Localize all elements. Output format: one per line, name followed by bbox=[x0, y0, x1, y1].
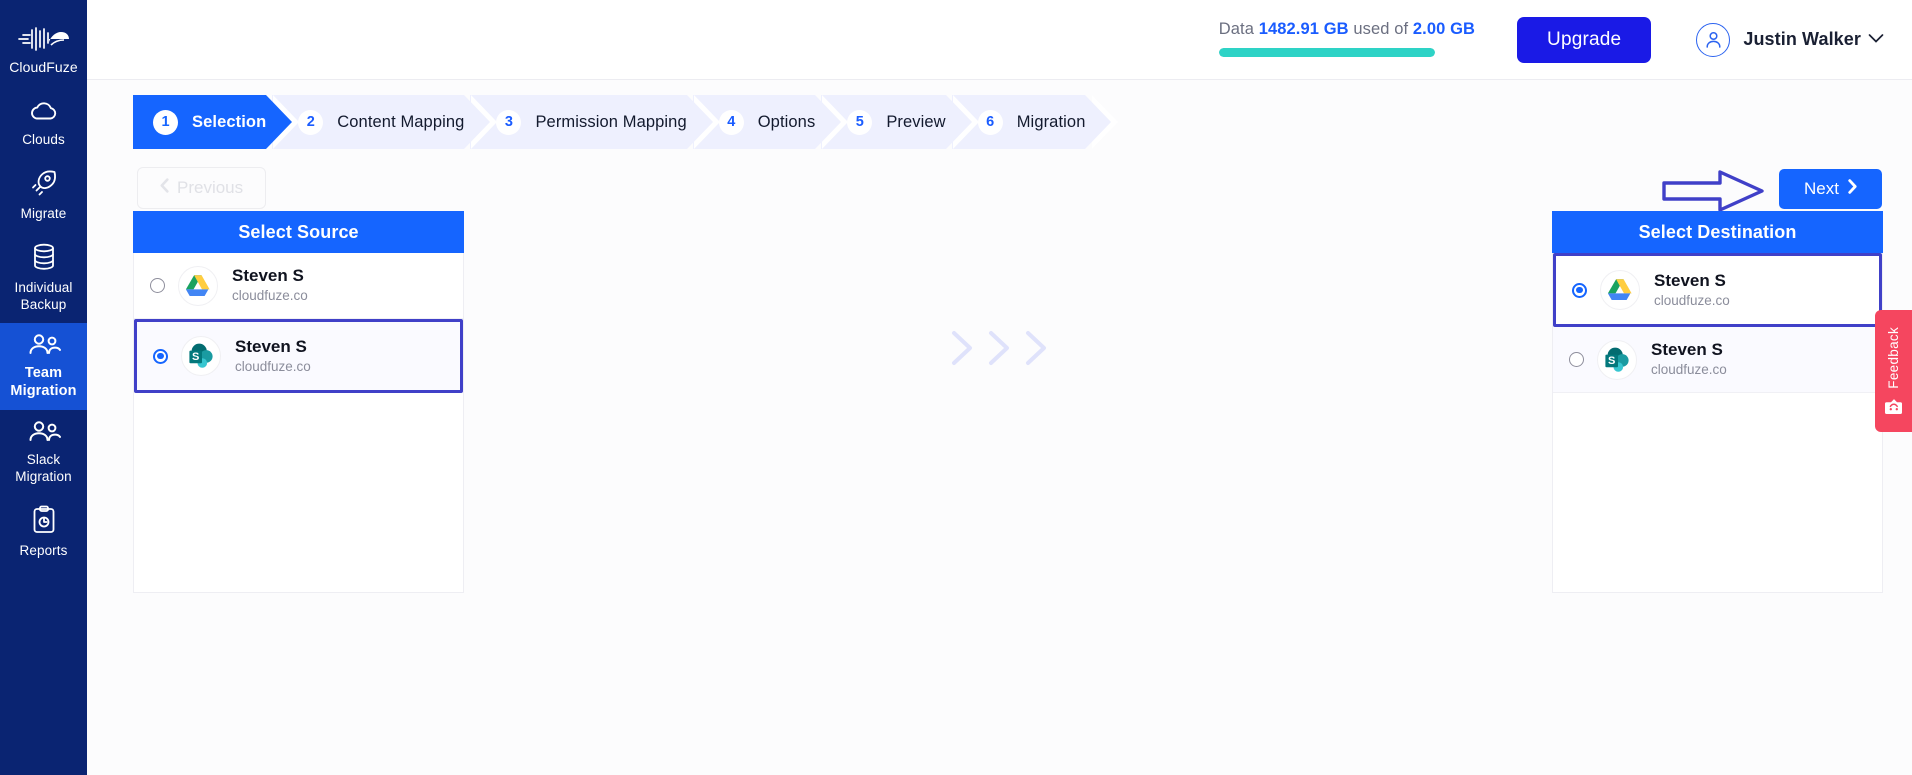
data-usage-text: Data 1482.91 GB used of 2.00 GB bbox=[1219, 20, 1475, 39]
sidebar-item-clouds[interactable]: Clouds bbox=[0, 90, 87, 158]
database-icon bbox=[31, 242, 57, 272]
usage-prefix-label: Data bbox=[1218, 20, 1254, 38]
select-destination-panel: Select Destination Steven Scloudfuze.co S… bbox=[1552, 211, 1883, 593]
wizard-step-number: 2 bbox=[298, 109, 324, 135]
clipboard-icon bbox=[31, 505, 57, 535]
top-header: Data 1482.91 GB used of 2.00 GB Upgrade bbox=[87, 0, 1912, 80]
account-text: Steven S cloudfuze.co bbox=[1651, 340, 1727, 379]
rocket-icon bbox=[29, 168, 59, 198]
app-root: CloudFuze Clouds Migrate Individual Back… bbox=[0, 0, 1912, 775]
user-menu[interactable]: Justin Walker bbox=[1696, 22, 1884, 57]
account-radio[interactable] bbox=[153, 348, 168, 364]
select-source-title: Select Source bbox=[133, 211, 464, 253]
select-destination-title: Select Destination bbox=[1552, 211, 1883, 253]
wizard-step-label: Migration bbox=[1016, 112, 1086, 131]
user-name-label: Justin Walker bbox=[1743, 29, 1861, 49]
sidebar-item-migrate-label: Migrate bbox=[20, 206, 67, 221]
sidebar-item-individual-backup[interactable]: Individual Backup bbox=[0, 232, 87, 323]
chevron-right-icon bbox=[1848, 179, 1857, 199]
account-radio[interactable] bbox=[1572, 282, 1587, 298]
wizard-step-number: 4 bbox=[718, 109, 744, 135]
account-radio[interactable] bbox=[1569, 352, 1584, 367]
upgrade-button[interactable]: Upgrade bbox=[1517, 16, 1652, 63]
previous-button[interactable]: Previous bbox=[137, 167, 267, 209]
smiley-chat-icon bbox=[1884, 398, 1903, 415]
source-account-row[interactable]: Steven S cloudfuze.co bbox=[134, 253, 463, 319]
wizard-steps: 1 Selection 2 Content Mapping 3 Permission Ma… bbox=[133, 95, 1246, 149]
account-domain: cloudfuze.co bbox=[1654, 292, 1730, 308]
cloud-icon bbox=[28, 100, 60, 124]
chevron-left-icon bbox=[160, 178, 169, 198]
account-text: Steven S cloudfuze.co bbox=[232, 266, 308, 305]
wizard-step-selection[interactable]: 1 Selection bbox=[133, 95, 300, 149]
google-drive-icon bbox=[1600, 270, 1640, 310]
sidebar-item-migrate[interactable]: Migrate bbox=[0, 158, 87, 232]
next-button[interactable]: Next bbox=[1779, 169, 1882, 209]
feedback-tab-label: Feedback bbox=[1886, 327, 1901, 389]
account-domain: cloudfuze.co bbox=[235, 358, 311, 374]
usage-progress-fill bbox=[1218, 48, 1435, 57]
wizard-step-label: Preview bbox=[886, 112, 946, 131]
data-usage-widget: Data 1482.91 GB used of 2.00 GB bbox=[1218, 20, 1475, 59]
account-name: Steven S bbox=[232, 266, 304, 285]
wizard-nav-row: Previous Next bbox=[87, 149, 1912, 212]
wizard-step-label: Permission Mapping bbox=[535, 112, 687, 131]
feedback-tab[interactable]: Feedback bbox=[1875, 310, 1912, 432]
sidebar-item-individual-backup-label: Individual Backup bbox=[14, 280, 73, 312]
sharepoint-icon: S bbox=[1597, 339, 1637, 380]
destination-account-list: Steven S cloudfuze.co S Steven S cloudfuze.c… bbox=[1552, 253, 1883, 593]
chevron-down-icon[interactable] bbox=[1868, 31, 1884, 49]
account-name: Steven S bbox=[1651, 340, 1723, 359]
account-domain: cloudfuze.co bbox=[1651, 362, 1727, 377]
sidebar-item-team-migration[interactable]: Team Migration bbox=[0, 323, 87, 410]
selection-panels: Select Source Steven Scloudfuze.co S Steve… bbox=[87, 211, 1912, 775]
sidebar-brand[interactable]: CloudFuze bbox=[0, 14, 87, 90]
wizard-step-permission-mapping[interactable]: 3 Permission Mapping bbox=[470, 95, 721, 149]
usage-used-value: 1482.91 GB bbox=[1258, 20, 1349, 38]
users-icon bbox=[27, 420, 61, 444]
sidebar-item-slack-migration-label: Slack Migration bbox=[15, 452, 72, 484]
usage-middle-label: used of bbox=[1353, 20, 1409, 38]
users-icon bbox=[27, 333, 61, 357]
sharepoint-icon: S bbox=[181, 336, 221, 376]
wizard-step-number: 1 bbox=[153, 109, 178, 135]
sidebar: CloudFuze Clouds Migrate Individual Back… bbox=[0, 0, 87, 775]
source-account-row[interactable]: S Steven S cloudfuze.co bbox=[134, 319, 463, 393]
cloudfuze-logo-icon bbox=[17, 26, 70, 52]
account-name: Steven S bbox=[235, 336, 307, 356]
svg-text:S: S bbox=[192, 351, 199, 363]
destination-account-row[interactable]: S Steven S cloudfuze.co bbox=[1553, 327, 1882, 393]
select-source-panel: Select Source Steven Scloudfuze.co S Steve… bbox=[133, 211, 464, 593]
wizard-step-label: Options bbox=[757, 112, 816, 131]
sidebar-item-reports[interactable]: Reports bbox=[0, 495, 87, 569]
account-name: Steven S bbox=[1654, 270, 1726, 290]
wizard-step-number: 3 bbox=[496, 109, 522, 135]
account-radio[interactable] bbox=[150, 278, 165, 293]
wizard-step-label: Content Mapping bbox=[337, 112, 465, 131]
next-button-label: Next bbox=[1804, 179, 1839, 198]
previous-button-label: Previous bbox=[177, 178, 244, 197]
sidebar-item-clouds-label: Clouds bbox=[22, 132, 65, 147]
wizard-step-number: 6 bbox=[977, 109, 1003, 135]
usage-total-value: 2.00 GB bbox=[1412, 20, 1476, 38]
google-drive-icon bbox=[178, 265, 218, 306]
sidebar-item-reports-label: Reports bbox=[19, 543, 68, 558]
destination-account-row[interactable]: Steven S cloudfuze.co bbox=[1553, 253, 1882, 327]
user-avatar-icon bbox=[1696, 22, 1731, 57]
wizard-step-number: 5 bbox=[847, 109, 873, 135]
source-account-list: Steven S cloudfuze.co S Steven S cloudfuze.c… bbox=[133, 253, 464, 593]
wizard-step-content-mapping[interactable]: 2 Content Mapping bbox=[272, 95, 498, 149]
account-text: Steven S cloudfuze.co bbox=[1654, 271, 1730, 310]
account-text: Steven S cloudfuze.co bbox=[235, 337, 311, 376]
account-domain: cloudfuze.co bbox=[232, 288, 308, 303]
wizard-step-label: Selection bbox=[192, 112, 267, 131]
main-area: Data 1482.91 GB used of 2.00 GB Upgrade bbox=[87, 0, 1912, 775]
usage-progress-bar bbox=[1218, 48, 1435, 57]
triple-chevron-right-icon bbox=[950, 329, 1050, 367]
sidebar-item-slack-migration[interactable]: Slack Migration bbox=[0, 410, 87, 495]
sidebar-item-team-migration-label: Team Migration bbox=[10, 365, 77, 399]
svg-text:S: S bbox=[1608, 355, 1615, 367]
sidebar-brand-label: CloudFuze bbox=[9, 59, 78, 75]
